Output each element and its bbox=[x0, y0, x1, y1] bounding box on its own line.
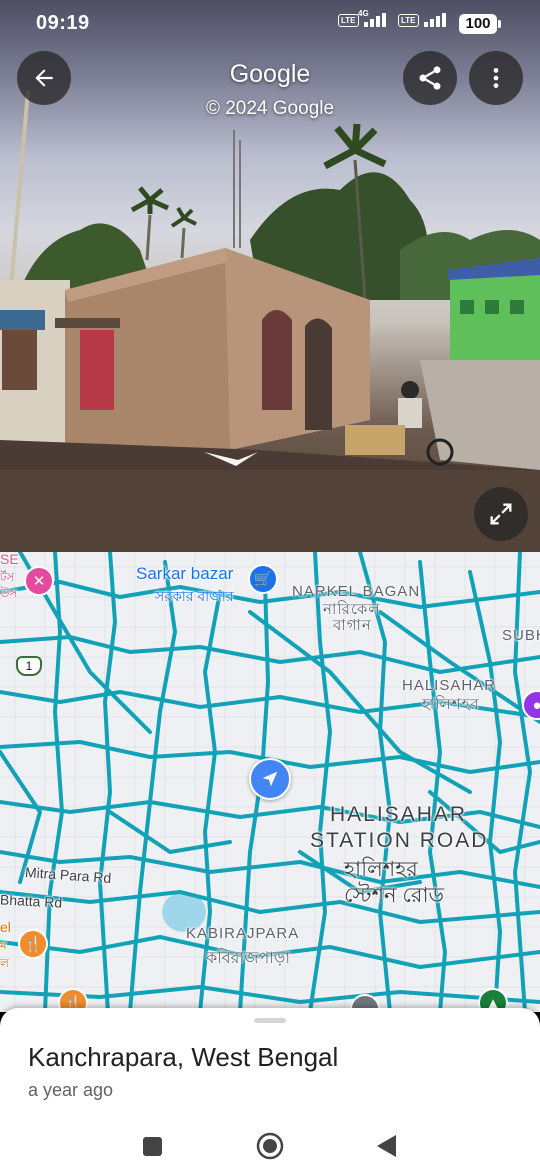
place-icon: ● bbox=[532, 696, 540, 714]
drag-handle[interactable] bbox=[254, 1018, 286, 1023]
shopping-cart-icon: 🛒 bbox=[253, 571, 273, 588]
area-label-kabirajpara: KABIRAJPARA bbox=[186, 925, 300, 942]
area-label-narkel-bagan-bn: বাগান bbox=[333, 617, 372, 634]
area-label-kabirajpara-bn: কবিরাজপাড়া bbox=[206, 950, 290, 967]
image-age: a year ago bbox=[28, 1080, 114, 1100]
recents-button[interactable] bbox=[140, 1134, 164, 1158]
sim2-signal-icon: LTE bbox=[398, 13, 446, 27]
poi-label-sarkar-bazar-bn: সরকার বাজার bbox=[155, 588, 234, 604]
navigation-arrow-icon bbox=[262, 771, 278, 787]
map-edge-label: el bbox=[0, 919, 11, 935]
system-back-button[interactable] bbox=[374, 1133, 398, 1159]
home-button[interactable] bbox=[256, 1132, 284, 1160]
route-shield: 1 bbox=[16, 656, 42, 676]
area-label-subh: SUBH bbox=[502, 627, 540, 644]
map-edge-label: SE bbox=[0, 552, 19, 567]
back-triangle-icon bbox=[377, 1135, 396, 1157]
more-options-button[interactable] bbox=[469, 51, 523, 105]
poi-food-pin[interactable]: 🍴 bbox=[18, 929, 48, 959]
area-label-station-road: STATION ROAD bbox=[310, 829, 489, 852]
home-circle-icon bbox=[256, 1132, 284, 1160]
location-marker[interactable] bbox=[249, 758, 291, 800]
area-label-halisahar: HALISAHAR bbox=[402, 677, 497, 694]
battery-icon: 100 bbox=[459, 14, 501, 34]
status-time: 09:19 bbox=[36, 12, 90, 34]
share-icon bbox=[419, 66, 441, 90]
map-edge-label: ম bbox=[0, 938, 7, 952]
system-nav-bar bbox=[0, 1116, 540, 1170]
poi-shopping-pin[interactable]: 🛒 bbox=[248, 564, 278, 594]
road-label-bhatta: Bhatta Rd bbox=[0, 891, 63, 911]
restaurant-icon: 🍴 bbox=[23, 936, 43, 953]
recents-square-icon bbox=[142, 1136, 162, 1156]
share-button[interactable] bbox=[403, 51, 457, 105]
map-edge-label: উস bbox=[0, 586, 18, 600]
more-vert-icon bbox=[493, 68, 499, 88]
street-view-title: Google bbox=[229, 60, 311, 88]
poi-label-sarkar-bazar[interactable]: Sarkar bazar bbox=[136, 564, 233, 584]
sim1-signal-icon: LTE 4G bbox=[338, 9, 386, 27]
tools-icon: ✕ bbox=[32, 573, 46, 590]
street-view-copyright: © 2024 Google bbox=[205, 98, 335, 119]
street-view-panorama[interactable]: 09:19 LTE 4G LTE 100 Google © 2024 Googl… bbox=[0, 0, 540, 552]
status-bar: 09:19 LTE 4G LTE 100 bbox=[0, 0, 540, 46]
expand-button[interactable] bbox=[474, 487, 528, 541]
area-label-station-road-bn: স্টেশন রোড bbox=[344, 884, 444, 907]
poi-pink-pin[interactable]: ✕ bbox=[24, 566, 54, 596]
map-view[interactable]: SE র্টস উস ✕ Sarkar bazar সরকার বাজার 🛒 … bbox=[0, 552, 540, 1012]
area-label-station-road: HALISAHAR bbox=[330, 803, 468, 826]
network-type: 4G bbox=[358, 9, 369, 18]
place-bottom-sheet[interactable]: Kanchrapara, West Bengal a year ago bbox=[0, 1008, 540, 1170]
place-name: Kanchrapara, West Bengal bbox=[28, 1042, 339, 1072]
area-label-halisahar-bn: হালিশহর bbox=[422, 696, 480, 713]
map-edge-label: ল bbox=[0, 956, 9, 970]
expand-icon bbox=[490, 503, 512, 525]
